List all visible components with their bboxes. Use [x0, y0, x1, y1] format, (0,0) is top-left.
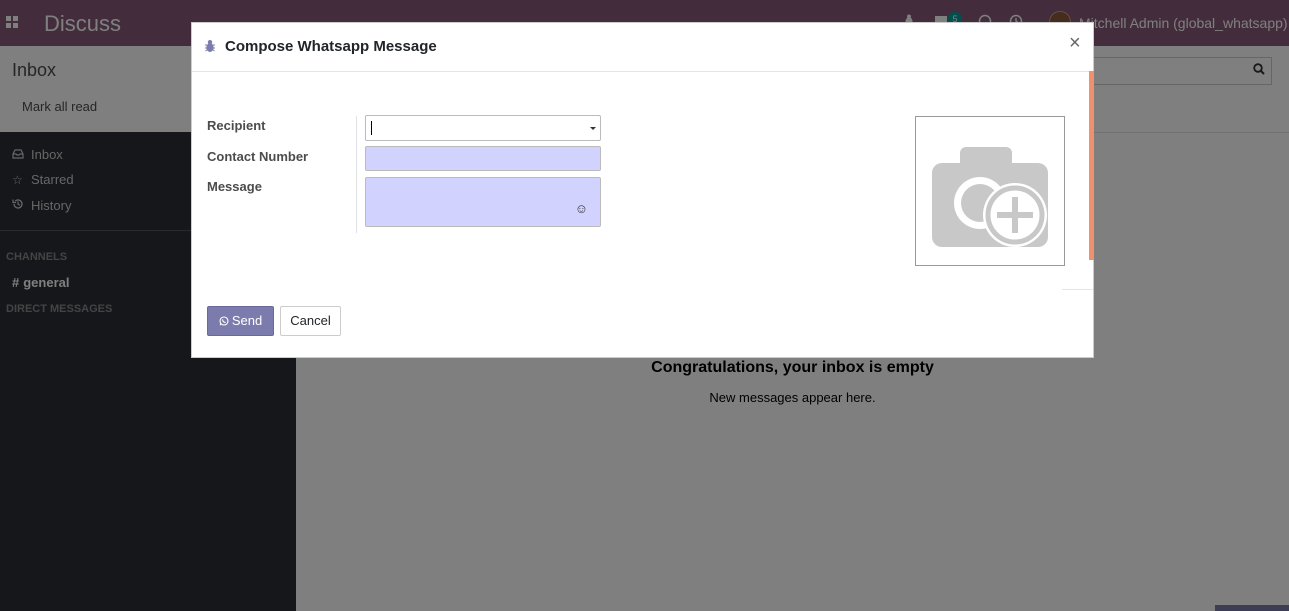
scrollbar-thumb[interactable]	[1089, 71, 1094, 260]
cancel-button[interactable]: Cancel	[280, 306, 341, 336]
emoji-icon[interactable]: ☺	[575, 201, 588, 216]
recipient-label: Recipient	[207, 118, 266, 133]
contact-number-field[interactable]	[365, 146, 601, 171]
camera-add-icon	[932, 147, 1048, 247]
close-button[interactable]: ×	[1069, 33, 1081, 53]
recipient-select[interactable]	[365, 115, 601, 141]
bug-icon[interactable]	[204, 39, 216, 53]
modal-title: Compose Whatsapp Message	[225, 38, 437, 55]
whatsapp-icon	[219, 316, 229, 326]
contact-number-label: Contact Number	[207, 149, 309, 164]
chevron-down-icon[interactable]	[590, 127, 596, 130]
form-column-divider	[356, 116, 357, 233]
compose-whatsapp-dialog: Compose Whatsapp Message × Recipient Con…	[191, 22, 1094, 358]
send-button[interactable]: Send	[207, 306, 274, 336]
message-label: Message	[207, 179, 262, 194]
message-textarea[interactable]: ☺	[365, 177, 601, 227]
footer-divider	[1062, 289, 1093, 290]
send-label: Send	[231, 313, 263, 328]
modal-header: Compose Whatsapp Message ×	[192, 23, 1093, 72]
text-cursor	[371, 121, 372, 135]
image-upload-field[interactable]	[915, 116, 1065, 266]
